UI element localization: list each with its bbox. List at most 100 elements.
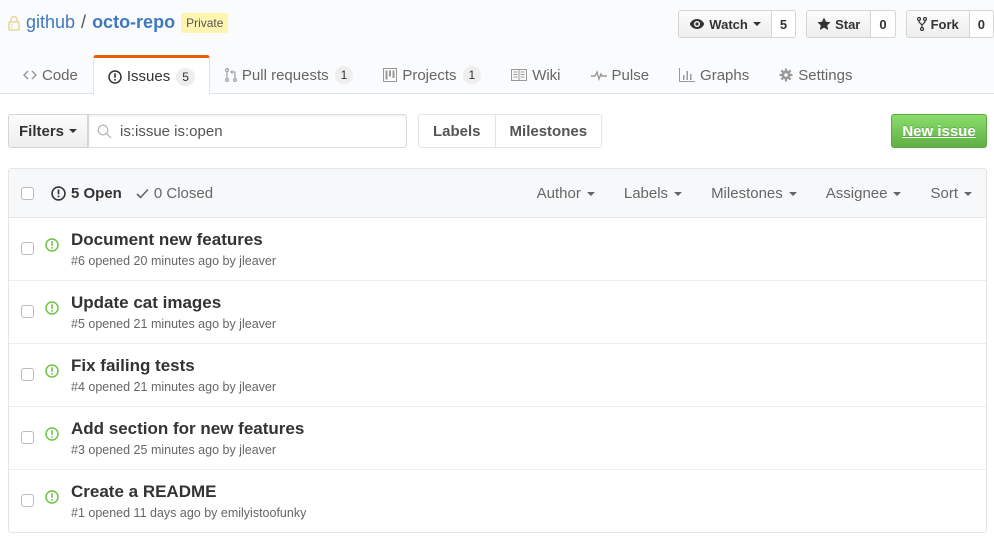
fork-group: Fork 0 (905, 10, 994, 38)
issue-title-link[interactable]: Create a README (71, 482, 217, 502)
issue-opened-icon (45, 238, 59, 252)
tab-pull-requests[interactable]: Pull requests 1 (210, 55, 368, 94)
chevron-down-icon (674, 191, 683, 196)
issue-search (88, 114, 407, 148)
issue-opened-icon (51, 185, 66, 201)
issue-opened-icon (45, 427, 59, 441)
issues-list-header: 5 Open 0 Closed Author Labels Milestones… (9, 169, 986, 218)
filter-label: Milestones (711, 185, 783, 202)
tab-label: Graphs (700, 66, 750, 84)
issue-title-link[interactable]: Add section for new features (71, 419, 304, 439)
search-input[interactable] (120, 122, 390, 140)
issue-title-link[interactable]: Document new features (71, 230, 263, 250)
issue-checkbox[interactable] (21, 494, 34, 507)
issue-title-link[interactable]: Update cat images (71, 293, 221, 313)
issue-meta: #5 opened 21 minutes ago by jleaver (71, 317, 277, 331)
milestones-button[interactable]: Milestones (495, 114, 603, 148)
chevron-down-icon (586, 191, 595, 196)
private-badge: Private (181, 12, 229, 33)
filters-dropdown[interactable]: Filters (8, 114, 88, 148)
closed-count-label: 0 Closed (153, 184, 214, 202)
labels-filter[interactable]: Labels (623, 185, 683, 202)
tab-label: Pulse (611, 66, 650, 84)
filter-label: Sort (930, 185, 958, 202)
git-pull-request-icon (224, 68, 237, 82)
issue-meta: #6 opened 20 minutes ago by jleaver (71, 254, 277, 268)
closed-issues-filter[interactable]: 0 Closed (136, 185, 213, 202)
issue-opened-icon (45, 490, 59, 504)
search-icon (97, 124, 112, 138)
star-button[interactable]: Star (806, 10, 872, 38)
tab-projects[interactable]: Projects 1 (368, 55, 496, 94)
eye-icon (690, 19, 705, 29)
issue-checkbox[interactable] (21, 305, 34, 318)
chevron-down-icon (788, 191, 797, 196)
watch-group: Watch 5 (678, 10, 797, 38)
lock-icon (8, 15, 20, 31)
repo-name-link[interactable]: octo-repo (92, 12, 175, 33)
tab-wiki[interactable]: Wiki (496, 55, 575, 94)
watch-button[interactable]: Watch (678, 10, 772, 38)
repo-nav: Code Issues 5 Pull requests 1 Projects 1… (8, 55, 867, 95)
gear-icon (779, 68, 793, 82)
repo-forked-icon (916, 17, 927, 31)
star-count[interactable]: 0 (871, 10, 896, 38)
star-label: Star (835, 16, 861, 32)
issue-meta: #4 opened 21 minutes ago by jleaver (71, 380, 277, 394)
filters-label: Filters (18, 122, 64, 140)
projects-count-badge: 1 (462, 66, 482, 84)
issue-checkbox[interactable] (21, 242, 34, 255)
repo-title: github / octo-repo Private (8, 12, 229, 33)
path-separator: / (81, 12, 87, 32)
pull-requests-count-badge: 1 (334, 66, 354, 84)
assignee-filter[interactable]: Assignee (826, 185, 902, 202)
issue-row: Create a README #1 opened 11 days ago by… (9, 470, 986, 532)
tab-pulse[interactable]: Pulse (576, 55, 665, 94)
chevron-down-icon (893, 191, 902, 196)
table-filters: Author Labels Milestones Assignee Sort (508, 169, 972, 218)
issue-checkbox[interactable] (21, 431, 34, 444)
tab-label: Settings (798, 66, 853, 84)
tab-graphs[interactable]: Graphs (664, 55, 764, 94)
new-issue-button[interactable]: New issue (891, 114, 987, 148)
milestones-filter[interactable]: Milestones (711, 185, 797, 202)
issue-row: Document new features #6 opened 20 minut… (9, 218, 986, 281)
tab-label: Pull requests (241, 66, 329, 84)
tab-issues[interactable]: Issues 5 (92, 55, 210, 95)
star-group: Star 0 (806, 10, 896, 38)
watch-label: Watch (709, 16, 748, 32)
fork-count[interactable]: 0 (969, 10, 994, 38)
issue-title-link[interactable]: Fix failing tests (71, 356, 195, 376)
filter-label: Labels (623, 185, 669, 202)
tab-label: Wiki (532, 66, 561, 84)
project-icon (383, 68, 398, 82)
author-filter[interactable]: Author (537, 185, 595, 202)
chevron-down-icon (69, 129, 77, 133)
repo-actions: Watch 5 Star 0 Fork 0 (668, 10, 994, 38)
repo-header: github / octo-repo Private Watch 5 Star … (0, 0, 994, 95)
tab-code[interactable]: Code (8, 55, 93, 94)
issues-subnav: Filters Labels Milestones New issue (8, 114, 987, 148)
issue-meta: #3 opened 25 minutes ago by jleaver (71, 443, 277, 457)
filter-label: Assignee (825, 185, 888, 202)
issue-meta: #1 opened 11 days ago by emilyistoofunky (71, 506, 307, 520)
fork-button[interactable]: Fork (905, 10, 970, 38)
issue-row: Add section for new features #3 opened 2… (9, 407, 986, 470)
filter-label: Author (536, 185, 581, 202)
issue-opened-icon (45, 364, 59, 378)
issue-opened-icon (45, 301, 59, 315)
fork-label: Fork (930, 16, 959, 32)
graph-icon (679, 68, 696, 82)
select-all-checkbox[interactable] (21, 186, 34, 200)
sort-dropdown[interactable]: Sort (930, 185, 972, 202)
labels-milestones-group: Labels Milestones (418, 114, 603, 148)
repo-owner-link[interactable]: github (26, 12, 75, 33)
issue-row: Fix failing tests #4 opened 21 minutes a… (9, 344, 986, 407)
issues-list: 5 Open 0 Closed Author Labels Milestones… (8, 168, 987, 533)
labels-button[interactable]: Labels (418, 114, 496, 148)
open-issues-filter[interactable]: 5 Open (51, 185, 122, 202)
tab-settings[interactable]: Settings (764, 55, 867, 94)
issue-checkbox[interactable] (21, 368, 34, 381)
chevron-down-icon (964, 191, 972, 196)
watch-count[interactable]: 5 (771, 10, 797, 38)
